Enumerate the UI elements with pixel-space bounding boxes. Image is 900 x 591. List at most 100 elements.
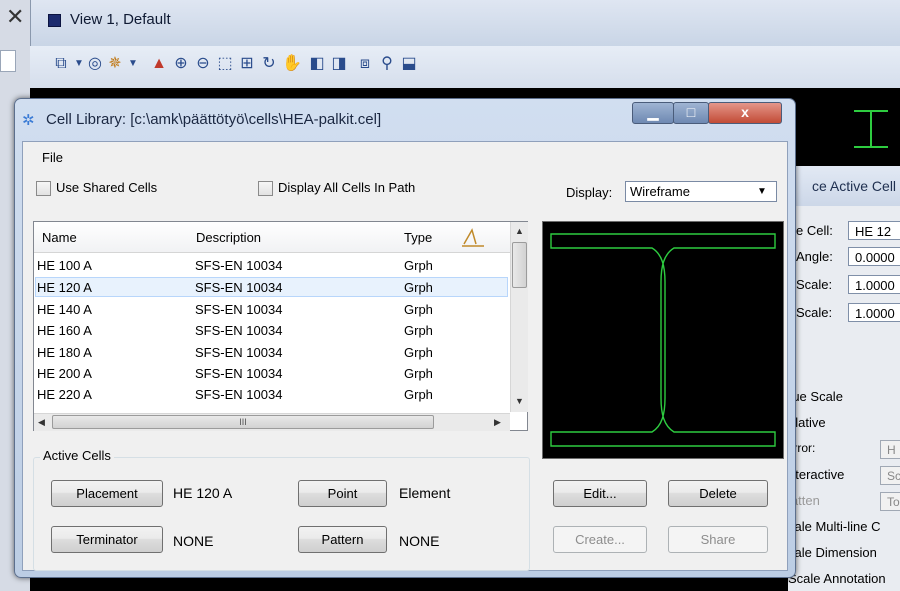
scroll-down-icon[interactable]: ▼ xyxy=(515,396,524,406)
cell-description: SFS-EN 10034 xyxy=(195,366,283,381)
scale-dimensions-option[interactable]: cale Dimension xyxy=(788,545,877,560)
y-scale-label: Scale: xyxy=(796,305,833,320)
level-icon[interactable] xyxy=(458,226,488,248)
table-row[interactable]: HE 140 A SFS-EN 10034 Grph xyxy=(35,300,508,320)
active-cells-label: Active Cells xyxy=(40,448,114,463)
cell-name: HE 120 A xyxy=(37,280,92,295)
scroll-up-icon[interactable]: ▲ xyxy=(515,226,524,236)
view-groups-icon[interactable]: ⧉ xyxy=(52,55,70,73)
copy-view-icon[interactable]: ⧈ xyxy=(356,55,374,73)
window-area-icon[interactable]: ⬚ xyxy=(216,55,234,73)
active-cell-field[interactable]: HE 12 xyxy=(848,221,900,240)
cell-name: HE 140 A xyxy=(37,302,92,317)
table-row[interactable]: HE 160 A SFS-EN 10034 Grph xyxy=(35,321,508,341)
active-cells-group xyxy=(33,457,530,571)
edit-button[interactable]: Edit... xyxy=(553,480,647,507)
rotate-view-icon[interactable]: ↻ xyxy=(260,55,278,73)
menu-file[interactable]: File xyxy=(42,150,63,165)
view-previous-icon[interactable]: ◧ xyxy=(308,55,326,73)
mirror-select[interactable]: H xyxy=(880,440,900,459)
x-scale-label: Scale: xyxy=(796,277,833,292)
use-shared-cells-label[interactable]: Use Shared Cells xyxy=(56,180,157,195)
cell-type: Grph xyxy=(404,258,433,273)
cell-preview xyxy=(542,221,784,459)
table-row[interactable]: HE 200 A SFS-EN 10034 Grph xyxy=(35,364,508,384)
view-attributes-icon[interactable]: ◎ xyxy=(86,55,104,73)
vertical-scroll-thumb[interactable] xyxy=(512,242,527,288)
close-button[interactable]: x xyxy=(708,102,782,124)
table-row[interactable]: HE 100 A SFS-EN 10034 Grph xyxy=(35,256,508,276)
interactive-select[interactable]: Sc xyxy=(880,466,900,485)
cell-name: HE 200 A xyxy=(37,366,92,381)
display-all-cells-checkbox[interactable] xyxy=(258,181,273,196)
cell-type: Grph xyxy=(404,323,433,338)
cell-type: Grph xyxy=(404,280,433,295)
view-next-icon[interactable]: ◨ xyxy=(330,55,348,73)
maximize-button[interactable]: □ xyxy=(673,102,709,124)
pattern-button[interactable]: Pattern xyxy=(298,526,387,553)
cell-description: SFS-EN 10034 xyxy=(195,387,283,402)
chevron-down-icon[interactable]: ▼ xyxy=(124,55,142,73)
delete-button[interactable]: Delete xyxy=(668,480,768,507)
place-active-cell-title: ce Active Cell xyxy=(812,178,897,194)
use-shared-cells-checkbox[interactable] xyxy=(36,181,51,196)
true-scale-option[interactable]: rue Scale xyxy=(788,389,843,404)
clip-volume-icon[interactable]: ⬓ xyxy=(400,55,418,73)
placement-button[interactable]: Placement xyxy=(51,480,163,507)
angle-label: Angle: xyxy=(796,249,833,264)
cell-name: HE 220 A xyxy=(37,387,92,402)
create-button[interactable]: Create... xyxy=(553,526,647,553)
terminator-button[interactable]: Terminator xyxy=(51,526,163,553)
x-scale-field[interactable]: 1.0000 xyxy=(848,275,900,294)
update-view-icon[interactable]: ▲ xyxy=(150,55,168,73)
flatten-select[interactable]: To xyxy=(880,492,900,511)
cell-type: Grph xyxy=(404,387,433,402)
point-value: Element xyxy=(399,485,451,501)
display-label: Display: xyxy=(566,185,613,200)
display-style-icon[interactable]: ✵ xyxy=(106,55,124,73)
column-header-type[interactable]: Type xyxy=(404,230,432,245)
cell-name: HE 180 A xyxy=(37,345,92,360)
dialog-title: Cell Library: [c:\amk\päättötyö\cells\HE… xyxy=(46,111,382,128)
scale-annotations-option[interactable]: Scale Annotation xyxy=(788,571,886,586)
scale-multiline-option[interactable]: cale Multi-line C xyxy=(788,519,880,534)
ibeam-wireframe xyxy=(550,233,776,447)
terminator-value: NONE xyxy=(173,533,214,549)
cell-description: SFS-EN 10034 xyxy=(195,323,283,338)
view-window-icon[interactable] xyxy=(48,14,61,27)
table-row[interactable]: HE 120 A SFS-EN 10034 Grph xyxy=(35,277,508,297)
cell-description: SFS-EN 10034 xyxy=(195,258,283,273)
display-all-cells-label[interactable]: Display All Cells In Path xyxy=(278,180,415,195)
left-panel-field[interactable] xyxy=(0,50,16,72)
fit-view-icon[interactable]: ⊞ xyxy=(238,55,256,73)
horizontal-scroll-thumb[interactable]: III xyxy=(52,415,434,429)
camera-icon[interactable]: ⚲ xyxy=(378,55,396,73)
active-cell-label: e Cell: xyxy=(796,223,833,238)
cell-name: HE 160 A xyxy=(37,323,92,338)
column-header-description[interactable]: Description xyxy=(196,230,261,245)
scroll-left-icon[interactable]: ◀ xyxy=(38,417,45,428)
close-icon[interactable]: ✕ xyxy=(6,4,24,30)
angle-field[interactable]: 0.0000 xyxy=(848,247,900,266)
table-row[interactable]: HE 220 A SFS-EN 10034 Grph xyxy=(35,385,508,405)
minimize-button[interactable]: ▁ xyxy=(632,102,674,124)
placement-value: HE 120 A xyxy=(173,485,233,501)
column-header-name[interactable]: Name xyxy=(42,230,77,245)
display-select[interactable]: Wireframe xyxy=(625,181,777,202)
point-button[interactable]: Point xyxy=(298,480,387,507)
scroll-right-icon[interactable]: ▶ xyxy=(494,417,501,428)
cell-type: Grph xyxy=(404,366,433,381)
chevron-down-icon[interactable]: ▼ xyxy=(757,186,767,197)
table-row[interactable]: HE 180 A SFS-EN 10034 Grph xyxy=(35,343,508,363)
list-header xyxy=(34,222,511,253)
y-scale-field[interactable]: 1.0000 xyxy=(848,303,900,322)
zoom-in-icon[interactable]: ⊕ xyxy=(172,55,190,73)
cell-description: SFS-EN 10034 xyxy=(195,345,283,360)
zoom-out-icon[interactable]: ⊖ xyxy=(194,55,212,73)
view-title: View 1, Default xyxy=(70,11,171,28)
share-button[interactable]: Share xyxy=(668,526,768,553)
cell-type: Grph xyxy=(404,302,433,317)
cell-name: HE 100 A xyxy=(37,258,92,273)
interactive-option[interactable]: nteractive xyxy=(788,467,844,482)
pan-view-icon[interactable]: ✋ xyxy=(282,55,302,73)
